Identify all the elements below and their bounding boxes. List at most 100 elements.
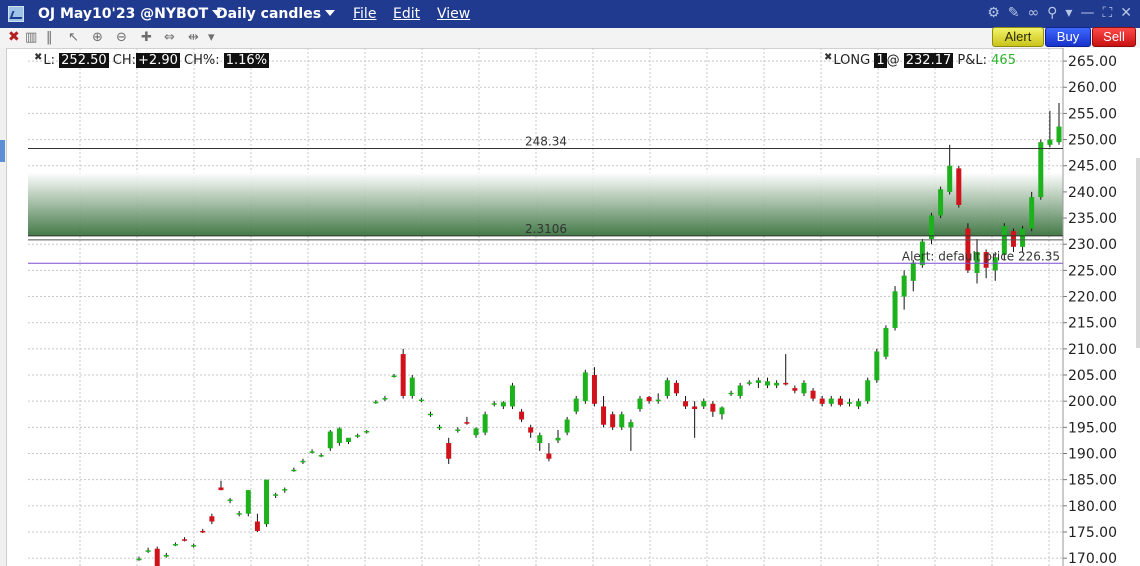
candle-body [172, 544, 178, 546]
buy-button[interactable]: Buy [1045, 27, 1091, 47]
close-icon[interactable]: ✖ [8, 29, 20, 45]
chevron-down-icon [325, 10, 336, 16]
candle [865, 377, 871, 404]
candle-body [346, 437, 352, 442]
candle [172, 542, 178, 547]
menu-file[interactable]: File [353, 6, 376, 22]
candle [318, 453, 324, 458]
candle-body [318, 455, 324, 457]
candle-body [801, 382, 807, 394]
candle-body [737, 385, 743, 396]
window-title-bar: OJ May10'23 @NYBOT Daily candles File Ed… [0, 0, 1140, 28]
candle-body [373, 401, 379, 404]
candle-body [218, 487, 224, 491]
candle-body [227, 499, 233, 502]
candle [683, 395, 689, 410]
candle [555, 429, 561, 444]
candle [355, 433, 361, 438]
menu-edit[interactable]: Edit [393, 6, 420, 22]
candle [300, 458, 306, 464]
pin-icon[interactable]: ⚲ [1047, 5, 1057, 21]
chevron-down-icon[interactable]: ▾ [208, 30, 215, 45]
candle [965, 223, 971, 273]
tick-label: 220.00 [1068, 290, 1117, 306]
crosshair-icon[interactable]: ✚ [141, 30, 152, 45]
symbol-selector[interactable]: OJ May10'23 @NYBOT [38, 6, 223, 22]
candle-body [947, 165, 953, 192]
candle [264, 479, 270, 527]
sell-button[interactable]: Sell [1092, 27, 1136, 47]
tick-label: 185.00 [1068, 473, 1117, 489]
tick-label: 200.00 [1068, 394, 1117, 410]
candle [628, 419, 634, 451]
candle [837, 395, 843, 407]
maximize-icon[interactable]: ⛶ [1102, 5, 1112, 21]
close-icon[interactable]: ✖ [34, 52, 42, 63]
candle-body [491, 403, 497, 405]
candle [719, 406, 725, 420]
candle [254, 513, 260, 532]
tick-label: 175.00 [1068, 525, 1117, 541]
tick-label: 205.00 [1068, 368, 1117, 384]
candle [610, 411, 616, 430]
candle-body [664, 380, 670, 396]
candle-body [464, 422, 470, 424]
candle-body [573, 398, 579, 412]
candle-body [200, 530, 206, 533]
candle-body [655, 399, 661, 402]
link-icon[interactable]: ∞ [1027, 5, 1039, 21]
candle-body [418, 399, 424, 402]
settings-icon[interactable]: ⚙ [987, 5, 1000, 21]
close-icon[interactable]: ✖ [824, 52, 832, 63]
timeframe-selector[interactable]: Daily candles [216, 6, 336, 22]
chevron-down-icon[interactable]: ▾ [1065, 5, 1072, 21]
expand-icon[interactable]: ⇔ [164, 30, 175, 45]
candle [582, 369, 588, 404]
candle-body [582, 372, 588, 402]
close-icon[interactable]: ✕ [1120, 5, 1132, 21]
candle [692, 401, 698, 438]
last-price: 252.50 [59, 53, 109, 68]
tick-label: 170.00 [1068, 551, 1117, 566]
candle-body [528, 427, 534, 433]
candle [710, 401, 716, 417]
candle [1047, 110, 1053, 148]
candle [382, 395, 388, 402]
left-edge-handle[interactable] [0, 48, 7, 566]
candle-body [828, 398, 834, 404]
candle [901, 270, 907, 310]
candle-body [336, 428, 342, 444]
candle [783, 354, 789, 386]
compress-icon[interactable]: ⇹ [188, 30, 199, 45]
candle [1056, 102, 1062, 145]
candle-body [837, 398, 843, 405]
zoom-out-icon[interactable]: ⊖ [116, 30, 127, 45]
candle-body [874, 351, 880, 381]
draw-tool-icon[interactable]: ↖ [68, 30, 79, 45]
candle-body [637, 398, 643, 410]
bars-icon[interactable]: ‖ [46, 30, 53, 45]
wrench-icon[interactable]: ✎ [1008, 5, 1020, 21]
chart-type-icon[interactable]: ▥ [25, 30, 37, 45]
candle [491, 401, 497, 407]
tick-label: 240.00 [1068, 185, 1117, 201]
candle [473, 427, 479, 438]
candle-body [728, 392, 734, 395]
price-chart[interactable]: 265.00 260.00 255.00 250.00 245.00 240.00 235.… [0, 48, 1140, 566]
pnl-value: 465 [991, 53, 1016, 68]
zoom-in-icon[interactable]: ⊕ [92, 30, 103, 45]
candle-body [892, 291, 898, 328]
candle [227, 497, 233, 504]
app-logo-icon [8, 6, 24, 22]
candle [892, 286, 898, 331]
candle [1020, 225, 1026, 253]
candle [400, 348, 406, 399]
candle-body [482, 414, 488, 433]
candle [245, 490, 251, 517]
candle-body [546, 453, 552, 459]
candle [427, 411, 433, 417]
alert-button[interactable]: Alert [992, 27, 1044, 47]
candle [774, 380, 780, 389]
minimize-icon[interactable]: — [1080, 5, 1094, 21]
menu-view[interactable]: View [437, 6, 470, 22]
